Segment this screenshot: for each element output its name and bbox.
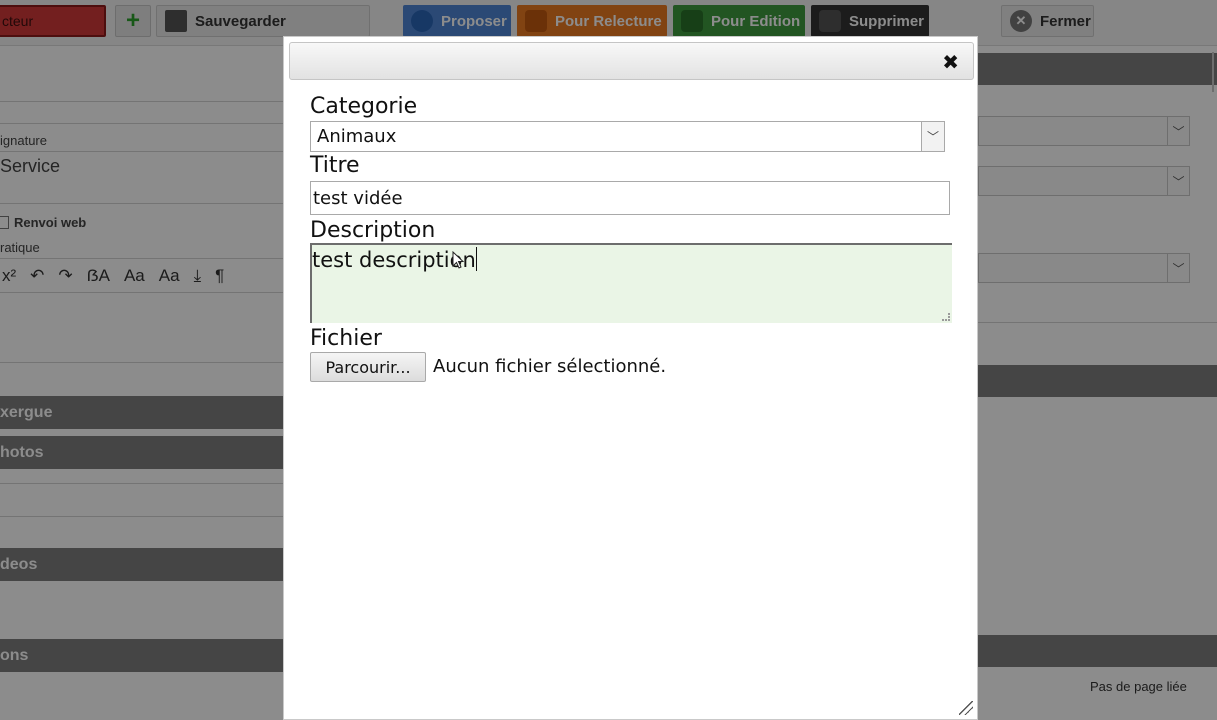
titre-input[interactable]: test vidée xyxy=(310,181,950,215)
close-icon[interactable]: ✖ xyxy=(942,52,959,72)
categorie-value: Animaux xyxy=(317,126,397,147)
mouse-cursor-icon xyxy=(452,251,464,269)
file-status: Aucun fichier sélectionné. xyxy=(433,356,667,377)
fichier-label: Fichier xyxy=(310,326,382,351)
dialog-titlebar[interactable]: ✖ xyxy=(289,42,974,80)
browse-button[interactable]: Parcourir... xyxy=(310,352,426,382)
resize-grip-icon[interactable] xyxy=(942,313,950,321)
categorie-label: Categorie xyxy=(310,94,418,119)
browse-label: Parcourir... xyxy=(325,357,411,377)
description-label: Description xyxy=(310,218,436,243)
chevron-down-icon: ﹀ xyxy=(921,122,944,151)
titre-value: test vidée xyxy=(313,187,403,209)
titre-label: Titre xyxy=(310,153,360,178)
upload-dialog: ✖ Categorie Animaux ﹀ Titre test vidée D… xyxy=(283,36,978,720)
app-window: cteur + Sauvegarder Proposer Pour Relect… xyxy=(0,0,1217,720)
text-caret xyxy=(475,247,477,271)
description-textarea[interactable]: test description xyxy=(310,243,952,323)
categorie-select[interactable]: Animaux ﹀ xyxy=(310,121,945,152)
dialog-resize-handle-icon[interactable] xyxy=(959,701,973,715)
